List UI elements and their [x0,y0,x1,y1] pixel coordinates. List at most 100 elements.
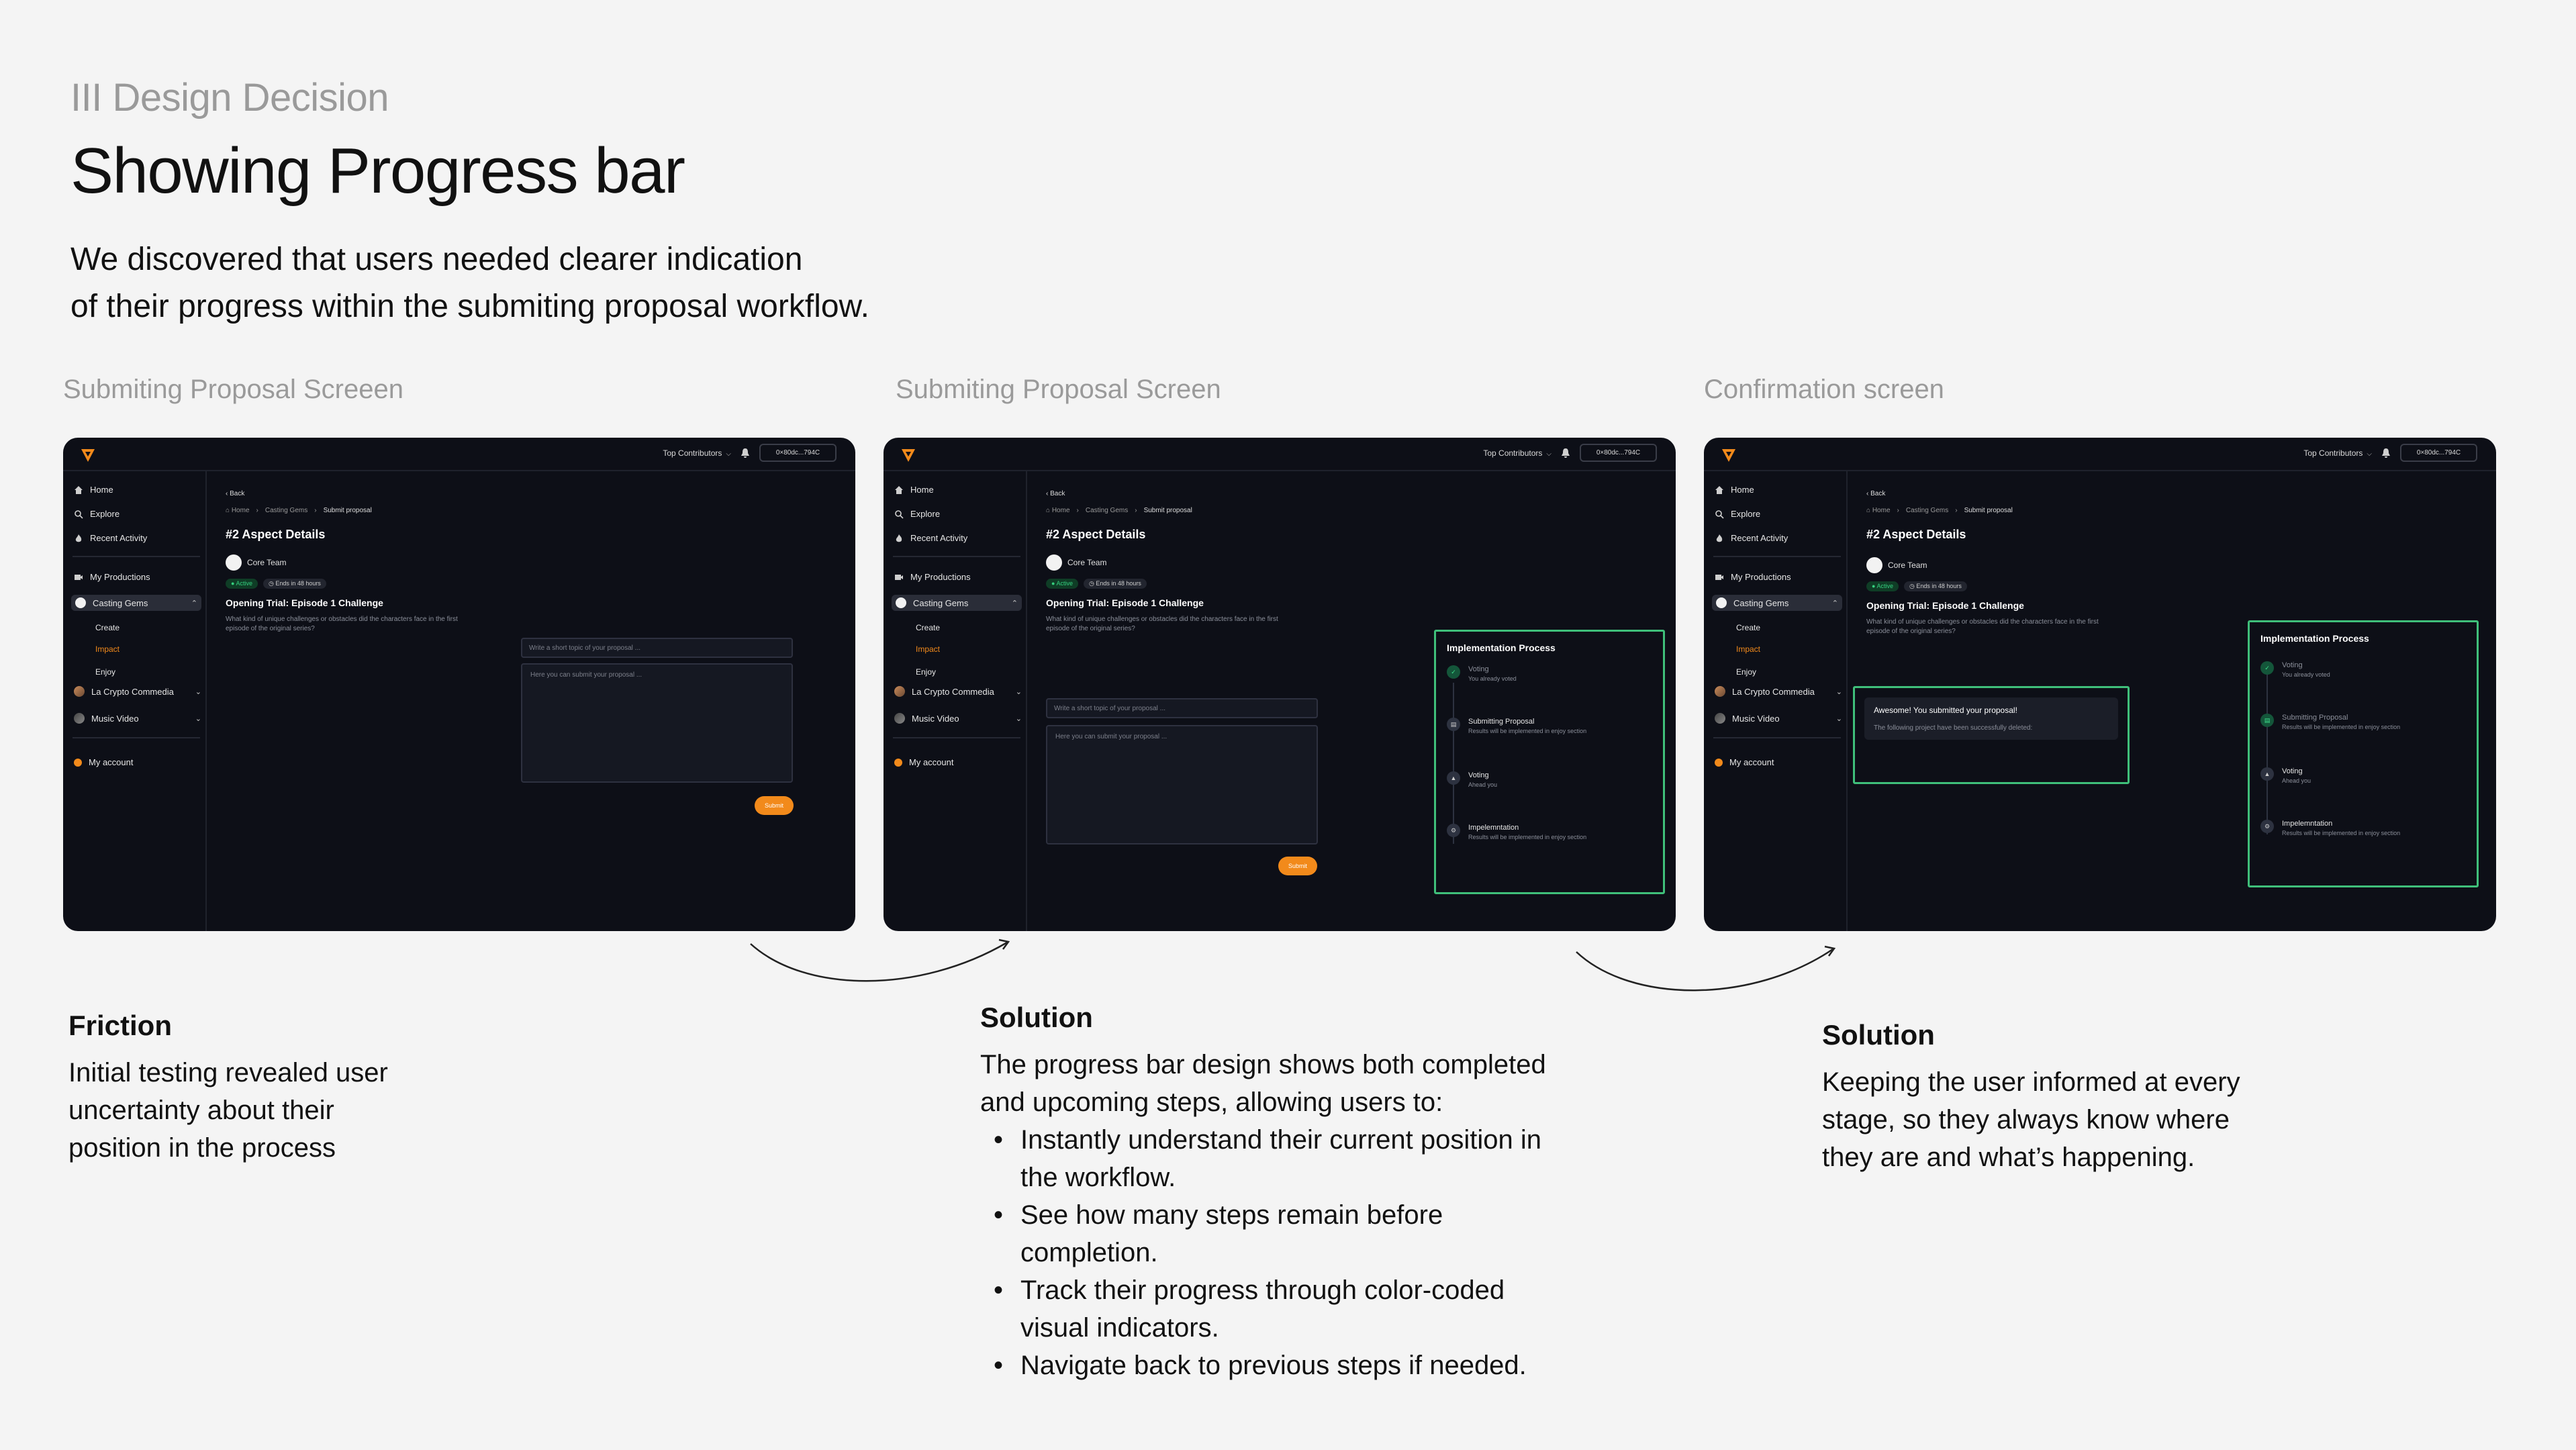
sidebar-item-label: Home [910,485,934,495]
crumb-home[interactable]: ⌂ Home [1046,507,1070,514]
sidebar-item-recent-activity[interactable]: Recent Activity [894,533,1022,543]
sidebar-item-music-video[interactable]: Music Video ⌄ [74,713,201,724]
music-video-avatar [1715,713,1725,724]
crumb-casting-gems[interactable]: Casting Gems [1906,507,1948,514]
solution-line: stage, so they always know where [1822,1105,2230,1134]
bell-icon[interactable] [2381,448,2391,458]
challenge-title: Opening Trial: Episode 1 Challenge [1046,597,1204,608]
sidebar-subitem-impact[interactable]: Impact [1736,644,1760,654]
top-contributors-label: Top Contributors [663,448,722,458]
sidebar-item-casting-gems[interactable]: Casting Gems ⌃ [1712,595,1842,611]
sidebar-item-casting-gems[interactable]: Casting Gems ⌃ [892,595,1022,611]
sidebar-item-my-account[interactable]: My account [1715,757,1842,767]
sidebar-item-my-productions[interactable]: My Productions [894,572,1022,582]
step-title: Voting [1468,665,1489,673]
back-link[interactable]: ‹ Back [226,490,244,497]
sidebar-divider [893,556,1020,557]
sidebar-divider [1713,556,1841,557]
top-contributors-button[interactable]: Top Contributors ⌵ [2303,448,2372,458]
la-crypto-avatar [894,686,905,697]
top-contributors-label: Top Contributors [2303,448,2363,458]
solution-line: and upcoming steps, allowing users to: [980,1088,1443,1117]
bullet-line: Instantly understand their current posit… [1020,1125,1541,1155]
submission-success-toast: Awesome! You submitted your proposal! Th… [1853,686,2130,784]
sidebar-item-music-video[interactable]: Music Video ⌄ [1715,713,1842,724]
sidebar-subitem-create[interactable]: Create [1736,623,1760,632]
crumb-home[interactable]: ⌂ Home [1866,507,1891,514]
sidebar-item-label: Music Video [912,713,959,724]
submit-button[interactable]: Submit [755,796,794,815]
proposal-body-input[interactable]: Here you can submit your proposal ... [521,663,793,783]
top-contributors-label: Top Contributors [1483,448,1543,458]
wallet-button[interactable]: 0×80dc...794C [1580,444,1657,462]
sidebar-subitem-enjoy[interactable]: Enjoy [95,667,115,677]
sidebar-subitem-impact[interactable]: Impact [916,644,940,654]
top-contributors-button[interactable]: Top Contributors ⌵ [663,448,731,458]
progress-step-submitting: ▤ Submitting Proposal Results will be impl… [1447,718,1586,734]
sidebar-item-la-crypto-commedia[interactable]: La Crypto Commedia ⌄ [1715,686,1842,697]
sidebar-item-home[interactable]: Home [894,485,1022,495]
gear-icon: ⚙ [2260,820,2274,833]
sidebar-item-my-productions[interactable]: My Productions [1715,572,1842,582]
deadline-badge: ◷ Ends in 48 hours [263,579,326,589]
flame-icon [1716,534,1723,542]
sidebar-item-la-crypto-commedia[interactable]: La Crypto Commedia ⌄ [894,686,1022,697]
wallet-button[interactable]: 0×80dc...794C [759,444,837,462]
sidebar-item-la-crypto-commedia[interactable]: La Crypto Commedia ⌄ [74,686,201,697]
avatar [226,554,242,571]
intro-text: We discovered that users needed clearer … [70,236,1078,330]
account-icon [1715,758,1723,767]
sidebar-subitem-impact[interactable]: Impact [95,644,120,654]
sidebar-item-home[interactable]: Home [74,485,201,495]
challenge-title: Opening Trial: Episode 1 Challenge [226,597,383,608]
sidebar-item-label: Home [1731,485,1754,495]
top-contributors-button[interactable]: Top Contributors ⌵ [1483,448,1552,458]
chevron-down-icon: ⌵ [2367,450,2372,458]
la-crypto-avatar [74,686,85,697]
sidebar-item-my-account[interactable]: My account [894,757,1022,767]
sidebar-subitem-enjoy[interactable]: Enjoy [916,667,936,677]
crumb-casting-gems[interactable]: Casting Gems [1086,507,1128,514]
sidebar-item-explore[interactable]: Explore [894,509,1022,519]
chevron-down-icon: ⌵ [726,450,731,458]
toast-body: Awesome! You submitted your proposal! Th… [1864,697,2118,740]
sidebar-item-recent-activity[interactable]: Recent Activity [74,533,201,543]
progress-step-voting-done: ✓ Voting You already voted [2260,661,2330,678]
sidebar-item-music-video[interactable]: Music Video ⌄ [894,713,1022,724]
proposal-body-input[interactable]: Here you can submit your proposal ... [1046,725,1318,844]
status-badges: ● Active ◷ Ends in 48 hours [1866,581,1967,591]
sidebar-item-label: Casting Gems [93,597,148,608]
proposal-topic-input[interactable]: Write a short topic of your proposal ... [521,638,793,658]
top-bar: Top Contributors ⌵ 0×80dc...794C [63,438,855,471]
crumb-home[interactable]: ⌂ Home [226,507,250,514]
video-icon [75,574,83,580]
back-link[interactable]: ‹ Back [1866,490,1885,497]
sidebar-subitem-create[interactable]: Create [916,623,940,632]
sidebar: Home Explore Recent Activity My Producti… [1704,471,1848,931]
sidebar-item-explore[interactable]: Explore [1715,509,1842,519]
submit-button[interactable]: Submit [1278,857,1317,875]
wallet-button[interactable]: 0×80dc...794C [2400,444,2477,462]
bell-icon[interactable] [1561,448,1570,458]
sidebar-item-recent-activity[interactable]: Recent Activity [1715,533,1842,543]
sidebar-item-my-productions[interactable]: My Productions [74,572,201,582]
intro-line-1: We discovered that users needed clearer … [70,242,803,277]
sidebar-item-label: Casting Gems [913,597,969,608]
list-item: Navigate back to previous steps if neede… [980,1347,1618,1384]
back-link[interactable]: ‹ Back [1046,490,1065,497]
crumb-casting-gems[interactable]: Casting Gems [265,507,307,514]
progress-step-voting-done: ✓ Voting You already voted [1447,665,1517,682]
sidebar-item-casting-gems[interactable]: Casting Gems ⌃ [71,595,201,611]
sidebar-subitem-enjoy[interactable]: Enjoy [1736,667,1756,677]
main-content: ‹ Back ⌂ Home › Casting Gems › Submit propos… [1853,471,2496,931]
sidebar-subitem-create[interactable]: Create [95,623,120,632]
sidebar-item-my-account[interactable]: My account [74,757,201,767]
sidebar-item-home[interactable]: Home [1715,485,1842,495]
proposal-topic-input[interactable]: Write a short topic of your proposal ... [1046,698,1318,718]
sidebar-item-explore[interactable]: Explore [74,509,201,519]
sidebar-item-label: Explore [910,509,941,519]
team-chip: Core Team [1046,554,1106,571]
crumb-label: Home [1872,507,1891,514]
bell-icon[interactable] [741,448,750,458]
sidebar-divider [73,556,200,557]
